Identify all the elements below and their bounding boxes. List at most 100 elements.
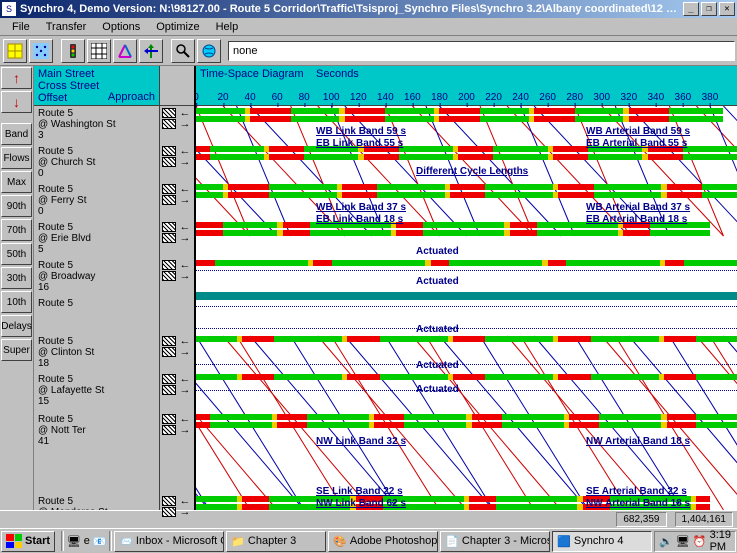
direction-right-icon[interactable]: →: [178, 271, 192, 281]
phase-icon[interactable]: [162, 260, 176, 270]
phase-icon[interactable]: [162, 271, 176, 281]
maximize-button[interactable]: ❐: [701, 2, 717, 16]
direction-left-icon[interactable]: ←: [178, 336, 192, 346]
tab-flows[interactable]: Flows: [1, 147, 32, 169]
intersection-row[interactable]: Route 5@ Clinton St18: [34, 334, 159, 372]
statusbar: 682,359 1,404,161: [0, 510, 737, 528]
taskbar-button[interactable]: 🟦Synchro 4: [552, 531, 652, 552]
taskbar-button[interactable]: 📄Chapter 3 - Microsof...: [440, 531, 550, 552]
direction-right-icon[interactable]: →: [178, 157, 192, 167]
close-button[interactable]: ✕: [719, 2, 735, 16]
tab-band[interactable]: Band: [1, 123, 32, 145]
tool-arrows-icon[interactable]: [139, 39, 163, 63]
intersection-row[interactable]: Route 5: [34, 296, 159, 318]
tool-zoom-icon[interactable]: [171, 39, 195, 63]
tab-super[interactable]: Super: [1, 339, 32, 361]
phase-icon[interactable]: [162, 496, 176, 506]
scroll-up-button[interactable]: ↑: [1, 67, 32, 89]
menu-options[interactable]: Options: [94, 19, 148, 35]
divider-line: [196, 390, 737, 391]
offset-value: 0: [38, 206, 155, 217]
direction-left-icon[interactable]: ←: [178, 184, 192, 194]
phase-icon[interactable]: [162, 195, 176, 205]
phase-icon[interactable]: [162, 108, 176, 118]
phase-icon[interactable]: [162, 336, 176, 346]
taskbar-button[interactable]: 🎨Adobe Photoshop: [328, 531, 438, 552]
tick: 340: [648, 92, 665, 103]
direction-right-icon[interactable]: →: [178, 233, 192, 243]
tool-pattern-icon[interactable]: [29, 39, 53, 63]
tick: 320: [620, 92, 637, 103]
tab-90th[interactable]: 90th: [1, 195, 32, 217]
direction-left-icon[interactable]: ←: [178, 222, 192, 232]
tab-max[interactable]: Max: [1, 171, 32, 193]
direction-left-icon[interactable]: ←: [178, 374, 192, 384]
tab-delays[interactable]: Delays: [1, 315, 32, 337]
tray-icon[interactable]: 🖥: [676, 535, 690, 548]
intersection-row[interactable]: Route 5@ Church St0: [34, 144, 159, 182]
phase-icon[interactable]: [162, 347, 176, 357]
tray-icon[interactable]: 🔊: [659, 535, 673, 548]
tool-grid-icon[interactable]: [87, 39, 111, 63]
phase-icon[interactable]: [162, 146, 176, 156]
phase-icon[interactable]: [162, 414, 176, 424]
phase-icon[interactable]: [162, 184, 176, 194]
direction-left-icon[interactable]: ←: [178, 146, 192, 156]
phase-icon[interactable]: [162, 157, 176, 167]
menu-transfer[interactable]: Transfer: [38, 19, 95, 35]
divider-line: [196, 270, 737, 271]
tool-network-icon[interactable]: [113, 39, 137, 63]
direction-right-icon[interactable]: →: [178, 385, 192, 395]
intersection-row[interactable]: Route 5@ Erie Blvd5: [34, 220, 159, 258]
direction-left-icon[interactable]: ←: [178, 260, 192, 270]
direction-right-icon[interactable]: →: [178, 119, 192, 129]
tab-10th[interactable]: 10th: [1, 291, 32, 313]
phase-icon[interactable]: [162, 222, 176, 232]
tab-50th[interactable]: 50th: [1, 243, 32, 265]
tick: 120: [350, 92, 367, 103]
combo-box[interactable]: none: [228, 41, 735, 61]
start-button[interactable]: Start: [1, 531, 55, 552]
time-space-diagram[interactable]: Time-Space Diagram Seconds 0204060801001…: [196, 66, 737, 510]
tab-70th[interactable]: 70th: [1, 219, 32, 241]
scroll-down-button[interactable]: ↓: [1, 91, 32, 113]
direction-right-icon[interactable]: →: [178, 195, 192, 205]
tab-30th[interactable]: 30th: [1, 267, 32, 289]
band-label: EB Link Band 18 s: [316, 214, 403, 225]
taskbar-button[interactable]: 📁Chapter 3: [226, 531, 326, 552]
quick-launch-ie-icon[interactable]: e: [82, 532, 92, 550]
left-tabs: ↑↓ BandFlowsMax90th70th50th30th10thDelays…: [0, 66, 34, 510]
tool-map-icon[interactable]: [3, 39, 27, 63]
taskbar-button[interactable]: 📨Inbox - Microsoft Ou...: [114, 531, 224, 552]
intersection-row[interactable]: Route 5@ Ferry St0: [34, 182, 159, 220]
system-tray[interactable]: 🔊 🖥 ⏰ 3:19 PM: [654, 531, 736, 552]
main-street: Route 5: [38, 260, 155, 271]
intersection-row[interactable]: Route 5@ Broadway16: [34, 258, 159, 296]
phase-icon[interactable]: [162, 374, 176, 384]
minimize-button[interactable]: _: [683, 2, 699, 16]
menu-help[interactable]: Help: [208, 19, 247, 35]
phase-icon[interactable]: [162, 425, 176, 435]
quick-launch-outlook-icon[interactable]: 📧: [92, 532, 108, 550]
phase-icon[interactable]: [162, 507, 176, 517]
direction-right-icon[interactable]: →: [178, 347, 192, 357]
intersection-row[interactable]: Route 5@ Lafayette St15: [34, 372, 159, 410]
direction-left-icon[interactable]: ←: [178, 496, 192, 506]
intersection-row[interactable]: Route 5@ Nott Ter41: [34, 412, 159, 472]
tray-icon[interactable]: ⏰: [693, 535, 707, 548]
direction-right-icon[interactable]: →: [178, 507, 192, 517]
direction-left-icon[interactable]: ←: [178, 414, 192, 424]
direction-right-icon[interactable]: →: [178, 425, 192, 435]
intersection-row[interactable]: Route 5@ Menderse St15: [34, 494, 159, 510]
tool-signal-icon[interactable]: [61, 39, 85, 63]
direction-left-icon[interactable]: ←: [178, 108, 192, 118]
menu-optimize[interactable]: Optimize: [148, 19, 207, 35]
phase-icon[interactable]: [162, 119, 176, 129]
intersection-row[interactable]: Route 5@ Washington St3: [34, 106, 159, 144]
tool-globe-icon[interactable]: [197, 39, 221, 63]
menu-file[interactable]: File: [4, 19, 38, 35]
band-label: NW Arterial Band 18 s: [586, 498, 690, 509]
phase-icon[interactable]: [162, 233, 176, 243]
phase-icon[interactable]: [162, 385, 176, 395]
quick-launch-desktop-icon[interactable]: 🖥: [66, 532, 82, 550]
